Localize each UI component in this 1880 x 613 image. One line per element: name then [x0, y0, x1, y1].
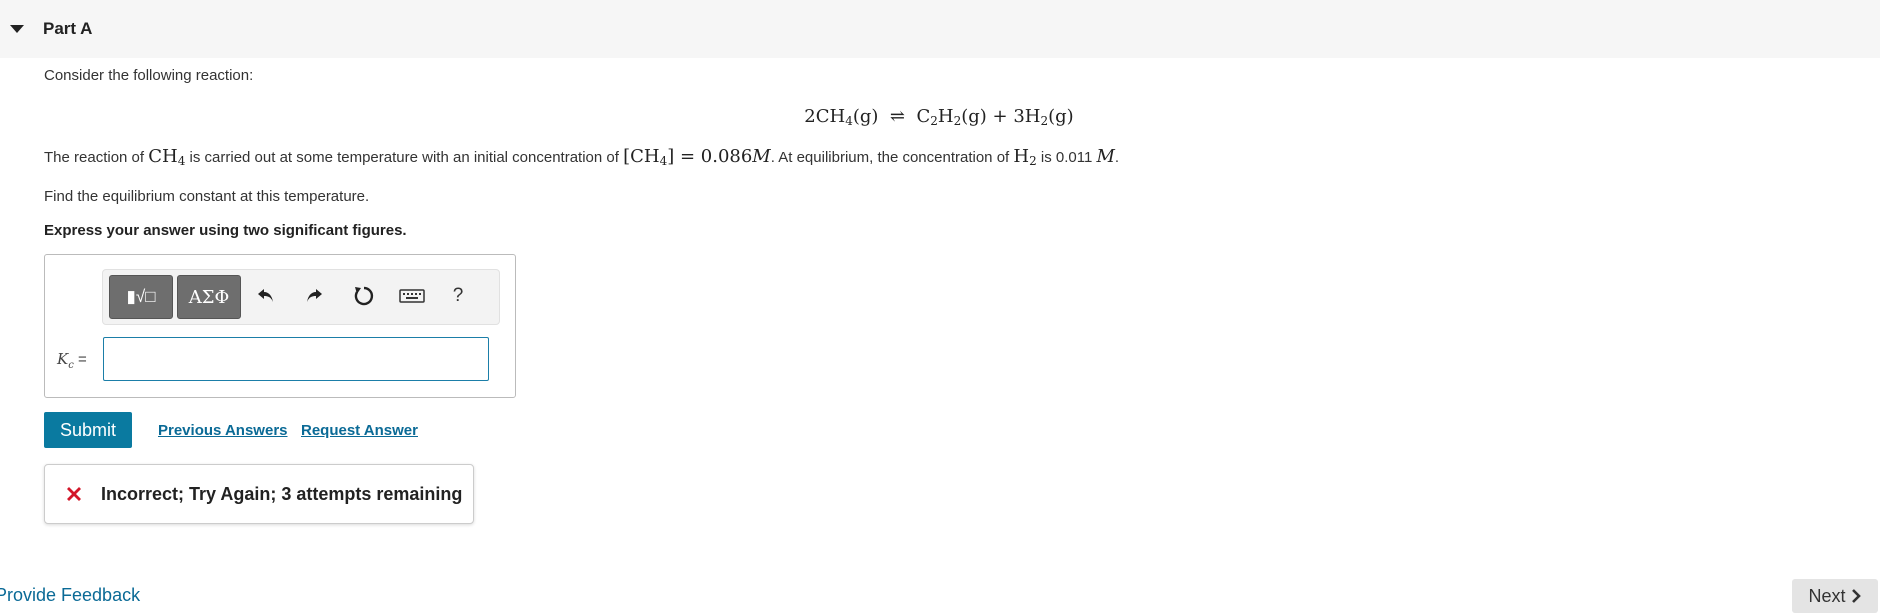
find-text: Find the equilibrium constant at this te…	[44, 188, 370, 205]
feedback-box: Incorrect; Try Again; 3 attempts remaini…	[44, 464, 474, 524]
next-button-label: Next	[1808, 585, 1846, 606]
line2-t2: is carried out at some temperature with …	[185, 149, 624, 166]
redo-icon[interactable]	[297, 275, 331, 317]
eq-lhs-coef: 2	[804, 106, 816, 127]
conditions-text: The reaction of CH4 is carried out at so…	[44, 146, 1119, 168]
provide-feedback-link[interactable]: Provide Feedback	[0, 585, 140, 606]
eq-rhs2-sub: 2	[1040, 114, 1049, 128]
eq-rhs2: H	[1024, 106, 1041, 127]
error-x-icon	[67, 487, 81, 501]
part-header[interactable]: Part A	[0, 0, 1880, 58]
previous-answers-link[interactable]: Previous Answers	[158, 422, 288, 439]
keyboard-icon[interactable]	[395, 275, 429, 317]
collapse-caret-icon[interactable]	[10, 25, 24, 33]
line2-conc-close: ] = 0.086	[667, 146, 753, 167]
help-button[interactable]: ?	[441, 275, 475, 317]
eq-rhs1-state: (g)	[961, 106, 987, 127]
greek-symbols-button[interactable]: ΑΣΦ	[177, 275, 241, 319]
equilibrium-arrow: ⇌	[889, 106, 905, 127]
eq-rhs1: C	[916, 106, 931, 127]
line2-t1: The reaction of	[44, 149, 149, 166]
eq-rhs1-sub1: 2	[930, 114, 938, 128]
eq-lhs-state: (g)	[852, 106, 879, 127]
kc-label-eq: =	[73, 351, 87, 368]
express-instruction: Express your answer using two significan…	[44, 222, 407, 239]
next-button[interactable]: Next	[1792, 579, 1878, 613]
reaction-equation: 2CH4(g) ⇌ C2H2(g) + 3H2(g)	[44, 106, 1834, 128]
intro-text: Consider the following reaction:	[44, 67, 254, 84]
submit-button[interactable]: Submit	[44, 412, 132, 448]
eq-rhs1-mid: H	[937, 106, 954, 127]
line2-conc-open: [CH	[623, 146, 660, 167]
answer-input[interactable]	[103, 337, 489, 381]
line2-t3: . At equilibrium, the concentration of	[770, 149, 1014, 166]
templates-button[interactable]: ▮√□	[109, 275, 173, 319]
line2-t4: is 0.011	[1036, 149, 1097, 166]
eq-plus: +	[992, 106, 1008, 127]
eq-rhs2-coef: 3	[1013, 106, 1025, 127]
request-answer-link[interactable]: Request Answer	[301, 422, 418, 439]
kc-label-main: K	[57, 350, 69, 368]
line2-ch4: CH	[148, 146, 178, 167]
chevron-right-icon	[1851, 589, 1861, 603]
answer-box: ▮√□ ΑΣΦ ? Kc =	[44, 254, 516, 398]
line2-h2: H	[1013, 146, 1030, 167]
kc-label: Kc =	[57, 350, 87, 371]
math-toolbar: ▮√□ ΑΣΦ ?	[102, 269, 500, 325]
eq-lhs-sub: 4	[845, 114, 853, 128]
eq-lhs: CH	[815, 106, 846, 127]
eq-rhs2-state: (g)	[1048, 106, 1074, 127]
reset-icon[interactable]	[347, 275, 381, 317]
undo-icon[interactable]	[249, 275, 283, 317]
feedback-message: Incorrect; Try Again; 3 attempts remaini…	[101, 483, 463, 504]
part-title: Part A	[43, 19, 93, 38]
line2-unit-m2: M	[1096, 146, 1115, 167]
line2-unit-m: M	[752, 146, 771, 167]
line2-h2-sub: 2	[1029, 154, 1037, 168]
line2-t5: .	[1114, 149, 1120, 166]
